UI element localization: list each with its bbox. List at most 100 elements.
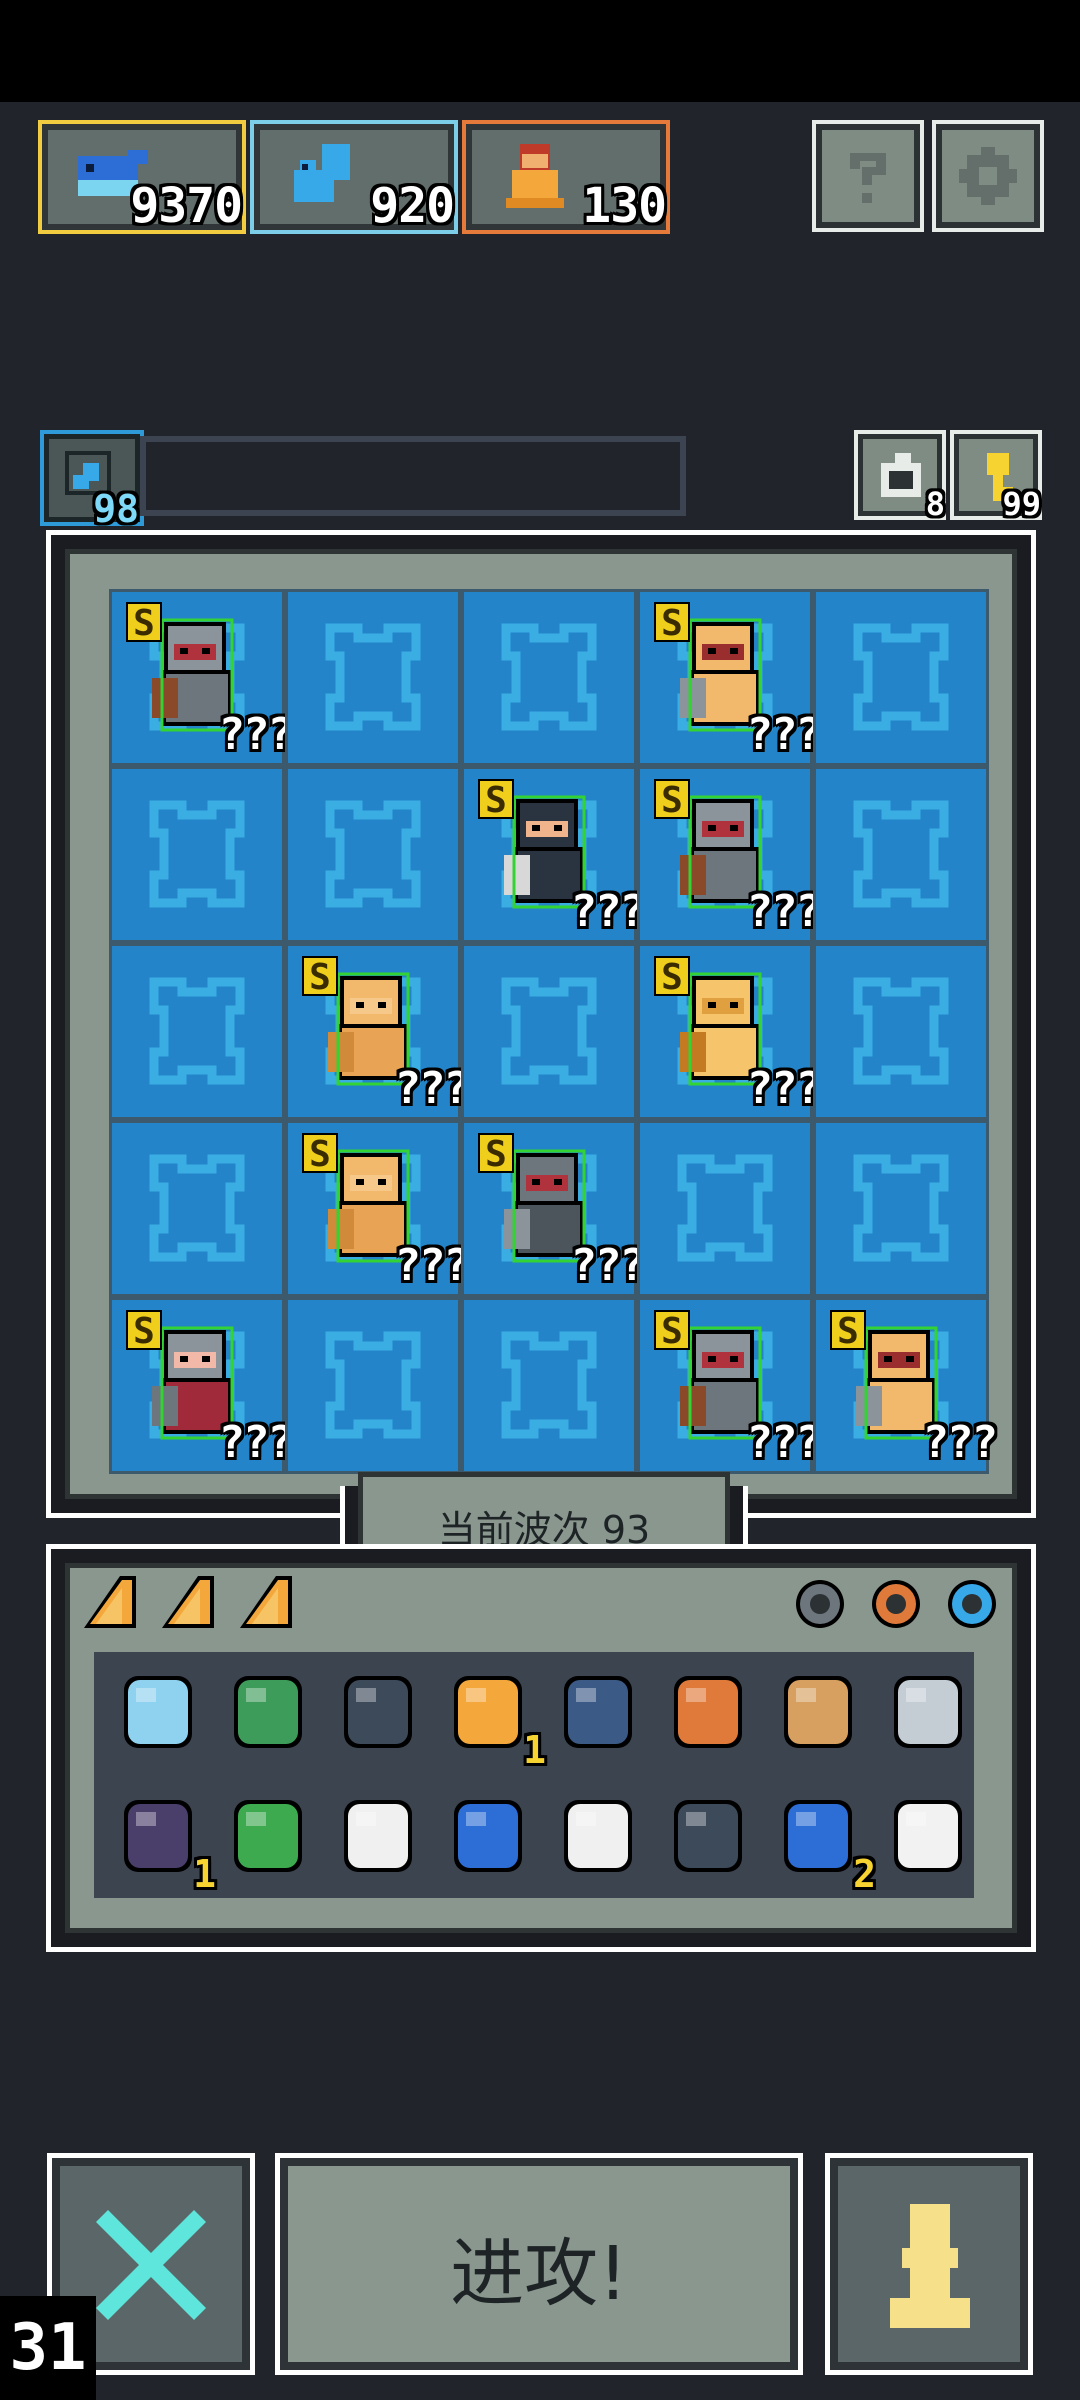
rank-badge: S: [654, 779, 690, 821]
resource-fish[interactable]: 9370: [42, 124, 243, 234]
unit-label: ???: [922, 1417, 998, 1468]
board-cell[interactable]: [813, 1120, 989, 1297]
inventory-item[interactable]: [880, 1788, 980, 1888]
unit-label: ???: [746, 709, 822, 760]
board-cell[interactable]: [637, 1120, 813, 1297]
water-tile-icon: [325, 800, 421, 908]
wooden-staff-icon: [674, 1676, 742, 1748]
inventory-item[interactable]: [770, 1664, 870, 1764]
inventory-item[interactable]: [110, 1664, 210, 1764]
inventory-item[interactable]: [330, 1788, 430, 1888]
water-tile-icon: [149, 977, 245, 1085]
board-cell[interactable]: [813, 589, 989, 766]
unit-card[interactable]: S???: [298, 1133, 470, 1293]
unit-label: ???: [218, 1417, 294, 1468]
board-cell[interactable]: [285, 589, 461, 766]
board-cell[interactable]: S???: [285, 943, 470, 1120]
board-cell[interactable]: S???: [461, 1120, 646, 1297]
board-cell[interactable]: S???: [109, 1297, 294, 1474]
grass-icon: [234, 1800, 302, 1872]
board-cell[interactable]: [461, 589, 637, 766]
cheese-icon[interactable]: [236, 1572, 296, 1632]
board-cell[interactable]: S???: [813, 1297, 998, 1474]
inventory-item[interactable]: [880, 1664, 980, 1764]
board-cell[interactable]: [285, 1297, 461, 1474]
rank-badge: S: [654, 1310, 690, 1352]
unit-card[interactable]: S???: [122, 1310, 294, 1470]
skill-count: 98: [93, 487, 139, 531]
water-tile-icon: [325, 1331, 421, 1439]
unit-card[interactable]: S???: [122, 602, 294, 762]
cheese-icon[interactable]: [80, 1572, 140, 1632]
unit-card[interactable]: S???: [826, 1310, 998, 1470]
skill-progress-bar: [140, 436, 686, 516]
inventory-item[interactable]: 2: [770, 1788, 876, 1896]
sword-icon: [674, 1800, 742, 1872]
inventory-item[interactable]: [550, 1788, 650, 1888]
water-tile-icon: [149, 800, 245, 908]
inventory-item[interactable]: 1: [440, 1664, 546, 1772]
blue-squirrel-icon: [294, 144, 350, 202]
board-grid: S??? S??? S??? S??? S??? S??? S??? S??? S??? S???…: [109, 589, 998, 1474]
orange-pawn-icon: [454, 1676, 522, 1748]
refresh-count: 8: [925, 485, 945, 523]
water-tile-icon: [149, 1154, 245, 1262]
inventory-item[interactable]: [330, 1664, 430, 1764]
question-icon: [850, 153, 886, 203]
board-cell[interactable]: S???: [637, 766, 822, 943]
inventory-item[interactable]: 1: [110, 1788, 216, 1896]
settings-button[interactable]: [936, 124, 1040, 228]
armor-relic-icon[interactable]: [790, 1574, 850, 1634]
inventory-item[interactable]: [440, 1788, 540, 1888]
pawn-button[interactable]: [830, 2158, 1028, 2370]
resource-squirrel[interactable]: 920: [254, 124, 455, 234]
help-button[interactable]: [816, 124, 920, 228]
board-cell[interactable]: S???: [285, 1120, 470, 1297]
unit-label: ???: [746, 1417, 822, 1468]
attack-button[interactable]: 进攻!: [280, 2158, 798, 2370]
turtle-shell-icon: [234, 1676, 302, 1748]
rank-badge: S: [302, 1133, 338, 1175]
cheese-icon[interactable]: [158, 1572, 218, 1632]
unit-card[interactable]: S???: [650, 779, 822, 939]
unit-card[interactable]: S???: [650, 602, 822, 762]
water-tile-icon: [501, 977, 597, 1085]
item-count: 1: [193, 1852, 216, 1896]
skill-slot[interactable]: 98: [44, 434, 140, 531]
ring-relic-icon[interactable]: [866, 1574, 926, 1634]
inventory-item[interactable]: [220, 1788, 320, 1888]
board-cell[interactable]: S???: [637, 589, 822, 766]
board-cell[interactable]: [109, 766, 285, 943]
unit-label: ???: [394, 1063, 470, 1114]
resource-pawn[interactable]: 130: [466, 124, 667, 234]
inventory-item[interactable]: [660, 1664, 760, 1764]
unit-card[interactable]: S???: [650, 1310, 822, 1470]
attack-label: 进攻!: [450, 2231, 628, 2317]
pawn-count: 130: [582, 178, 667, 234]
refresh-button[interactable]: 8: [858, 434, 945, 523]
unit-card[interactable]: S???: [474, 779, 646, 939]
gear-icon: [959, 147, 1017, 205]
board-cell[interactable]: [813, 943, 989, 1120]
inventory-item[interactable]: [220, 1664, 320, 1764]
unit-card[interactable]: S???: [650, 956, 822, 1116]
board-cell[interactable]: S???: [109, 589, 294, 766]
key-button[interactable]: 99: [954, 434, 1041, 523]
inventory-item[interactable]: [660, 1788, 760, 1888]
board-cell[interactable]: [461, 943, 637, 1120]
unit-label: ???: [746, 1063, 822, 1114]
board-cell[interactable]: S???: [461, 766, 646, 943]
unit-card[interactable]: S???: [474, 1133, 646, 1293]
inventory-item[interactable]: [550, 1664, 650, 1764]
water-tile-icon: [853, 800, 949, 908]
unit-card[interactable]: S???: [298, 956, 470, 1116]
board-cell[interactable]: [109, 1120, 285, 1297]
board-cell[interactable]: S???: [637, 943, 822, 1120]
blue-ring-relic-icon[interactable]: [942, 1574, 1002, 1634]
board-cell[interactable]: [109, 943, 285, 1120]
board-cell[interactable]: S???: [637, 1297, 822, 1474]
board-cell[interactable]: [285, 766, 461, 943]
tombstone-icon: [564, 1800, 632, 1872]
board-cell[interactable]: [461, 1297, 637, 1474]
board-cell[interactable]: [813, 766, 989, 943]
